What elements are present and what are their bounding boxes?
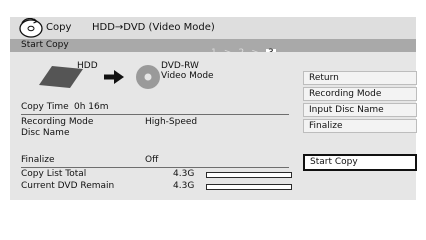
main-panel: HDD DVD-RW Video Mode Copy Time 0h 16m R… bbox=[10, 52, 417, 200]
dest-disc-mode: Video Mode bbox=[161, 71, 214, 81]
current-dvd-remain-label: Current DVD Remain bbox=[21, 181, 115, 191]
disc-copy-icon bbox=[19, 18, 43, 38]
current-dvd-remain-value: 4.3G bbox=[173, 181, 195, 191]
copy-time-value: 0h 16m bbox=[74, 102, 109, 112]
step-title: Start Copy bbox=[21, 40, 69, 50]
copy-list-total-label: Copy List Total bbox=[21, 169, 87, 179]
source-label: HDD bbox=[77, 61, 98, 71]
step-indicator: 1 > 2 > 3 bbox=[211, 40, 276, 58]
dvd-disc-icon bbox=[136, 65, 160, 89]
arrow-right-icon bbox=[104, 70, 124, 84]
title-bar: Copy HDD→DVD (Video Mode) bbox=[10, 17, 416, 39]
start-copy-button[interactable]: Start Copy bbox=[303, 154, 417, 171]
copy-list-total-value: 4.3G bbox=[173, 169, 195, 179]
copy-time-label: Copy Time bbox=[21, 102, 69, 112]
title-label: Copy bbox=[46, 22, 72, 33]
recording-mode-label: Recording Mode bbox=[21, 117, 94, 127]
copy-list-total-bar bbox=[206, 172, 292, 178]
finalize-label: Finalize bbox=[21, 155, 55, 165]
copy-mode-label: HDD→DVD (Video Mode) bbox=[92, 22, 215, 33]
disc-name-label: Disc Name bbox=[21, 128, 70, 138]
copy-screen: Copy HDD→DVD (Video Mode) Start Copy 1 >… bbox=[0, 0, 426, 201]
recording-mode-button[interactable]: Recording Mode bbox=[303, 87, 417, 101]
dest-disc-type: DVD-RW bbox=[161, 61, 199, 71]
divider bbox=[21, 167, 289, 168]
input-disc-name-button[interactable]: Input Disc Name bbox=[303, 103, 417, 117]
divider bbox=[21, 114, 289, 115]
recording-mode-value: High-Speed bbox=[145, 117, 198, 127]
finalize-button[interactable]: Finalize bbox=[303, 119, 417, 133]
sub-bar: Start Copy 1 > 2 > 3 bbox=[10, 39, 416, 58]
finalize-value: Off bbox=[145, 155, 159, 165]
return-button[interactable]: Return bbox=[303, 71, 417, 85]
current-dvd-remain-bar bbox=[206, 184, 292, 190]
